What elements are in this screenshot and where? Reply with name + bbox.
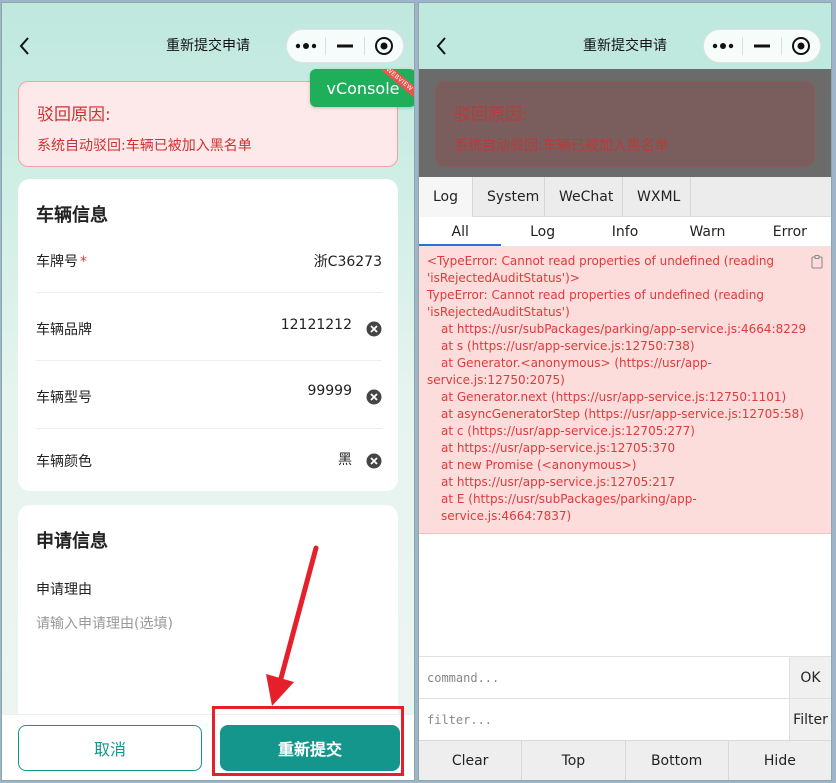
command-bar: OK: [419, 656, 831, 698]
log-line: at Generator.<anonymous> (https://usr/ap…: [427, 356, 712, 387]
close-miniprogram-button[interactable]: [365, 30, 403, 62]
vconsole-log-filters: All Log Info Warn Error: [419, 217, 831, 247]
more-button[interactable]: [287, 30, 325, 62]
log-line: at asyncGeneratorStep (https://usr/app-s…: [441, 407, 804, 421]
navigation-bar: 重新提交申请: [2, 3, 414, 71]
subtab-all[interactable]: All: [419, 217, 502, 246]
vehicle-info-title: 车辆信息: [36, 205, 108, 226]
filter-button[interactable]: Filter: [789, 699, 831, 740]
clear-icon[interactable]: [366, 321, 382, 337]
reject-reason-title: 驳回原因:: [454, 105, 528, 125]
resubmit-button[interactable]: 重新提交: [220, 725, 400, 771]
vehicle-color-label: 车辆颜色: [36, 454, 92, 470]
tab-wxml[interactable]: WXML: [623, 177, 692, 217]
reject-reason-box: 驳回原因: 系统自动驳回:车辆已被加入黑名单: [435, 81, 815, 167]
subtab-warn[interactable]: Warn: [666, 217, 748, 246]
clear-icon[interactable]: [366, 453, 382, 469]
mini-program-capsule: [703, 29, 821, 63]
bottom-button[interactable]: Bottom: [626, 741, 729, 780]
tab-log[interactable]: Log: [419, 177, 474, 217]
vehicle-model-row: 车辆型号 99999: [36, 361, 382, 429]
target-circle-icon: [792, 37, 810, 55]
vehicle-brand-input[interactable]: 12121212: [281, 317, 352, 333]
minimize-button[interactable]: [326, 30, 364, 62]
filter-bar: Filter: [419, 698, 831, 740]
error-log-entry: <TypeError: Cannot read properties of un…: [419, 247, 831, 534]
apply-info-card: 申请信息 申请理由: [18, 505, 398, 735]
subtab-log[interactable]: Log: [501, 217, 583, 246]
required-asterisk: *: [80, 254, 87, 270]
more-button[interactable]: [704, 30, 742, 62]
vehicle-color-input[interactable]: 黑: [338, 449, 352, 469]
log-line: at c (https://usr/app-service.js:12705:2…: [441, 424, 695, 438]
more-dots-icon: [712, 43, 734, 49]
clear-icon[interactable]: [366, 389, 382, 405]
dimmed-page-overlay: 驳回原因: 系统自动驳回:车辆已被加入黑名单: [419, 69, 831, 177]
vehicle-brand-row: 车辆品牌 12121212: [36, 293, 382, 361]
log-line: at E (https://usr/subPackages/parking/ap…: [441, 492, 697, 523]
apply-reason-label: 申请理由: [36, 582, 92, 598]
log-line: TypeError: Cannot read properties of und…: [427, 288, 764, 319]
subtab-info[interactable]: Info: [584, 217, 666, 246]
log-line: at https://usr/subPackages/parking/app-s…: [441, 322, 807, 336]
apply-reason-input[interactable]: [36, 613, 376, 713]
log-line: <TypeError: Cannot read properties of un…: [427, 254, 775, 285]
tab-system[interactable]: System: [473, 177, 546, 217]
clear-button[interactable]: Clear: [419, 741, 523, 780]
vehicle-info-card: 车辆信息 车牌号 * 浙C36273 车辆品牌 12121212 车辆型号 999…: [18, 179, 398, 491]
vconsole-panel: Log System WeChat WXML All Log Info Warn…: [419, 177, 831, 780]
vehicle-model-label: 车辆型号: [36, 390, 92, 406]
copy-icon[interactable]: [811, 255, 823, 269]
apply-info-title: 申请信息: [36, 531, 108, 552]
vconsole-footer: Clear Top Bottom Hide: [419, 740, 831, 780]
log-line: at s (https://usr/app-service.js:12750:7…: [441, 339, 695, 353]
vconsole-button[interactable]: vConsole WEBVIEW: [310, 69, 414, 107]
vconsole-tabs: Log System WeChat WXML: [419, 177, 831, 217]
vehicle-brand-label: 车辆品牌: [36, 322, 92, 338]
minimize-icon: [337, 44, 353, 48]
hide-button[interactable]: Hide: [729, 741, 831, 780]
filter-input[interactable]: [419, 699, 789, 740]
bottom-action-bar: 取消 重新提交: [2, 714, 414, 780]
vehicle-color-row: 车辆颜色 黑: [36, 429, 382, 491]
minimize-button[interactable]: [743, 30, 781, 62]
cancel-button[interactable]: 取消: [18, 725, 202, 771]
navigation-bar: 重新提交申请: [419, 3, 831, 71]
top-button[interactable]: Top: [522, 741, 626, 780]
subtab-error[interactable]: Error: [749, 217, 831, 246]
log-line: at Generator.next (https://usr/app-servi…: [441, 390, 787, 404]
close-miniprogram-button[interactable]: [782, 30, 820, 62]
plate-number-value: 浙C36273: [313, 254, 382, 270]
ok-button[interactable]: OK: [789, 657, 831, 698]
log-line: at https://usr/app-service.js:12705:217: [441, 475, 676, 489]
plate-number-label: 车牌号 *: [36, 254, 87, 270]
right-phone-screen: 重新提交申请 驳回原因: 系统自动驳回:车辆已被加入黑名单 Log System…: [418, 2, 832, 781]
more-dots-icon: [295, 43, 317, 49]
plate-number-row: 车牌号 * 浙C36273: [36, 227, 382, 293]
target-circle-icon: [375, 37, 393, 55]
vconsole-button-label: vConsole: [326, 78, 400, 98]
left-phone-screen: 重新提交申请 驳回原因: 系统自动驳回:车辆已被加入黑名单 vConsole W…: [1, 2, 415, 781]
minimize-icon: [754, 44, 770, 48]
tab-wechat[interactable]: WeChat: [545, 177, 624, 217]
log-line: at https://usr/app-service.js:12705:370: [441, 441, 676, 455]
reject-reason-message: 系统自动驳回:车辆已被加入黑名单: [37, 138, 252, 154]
reject-reason-message: 系统自动驳回:车辆已被加入黑名单: [454, 138, 669, 154]
command-input[interactable]: [419, 657, 789, 698]
log-line: at new Promise (<anonymous>): [441, 458, 637, 472]
mini-program-capsule: [286, 29, 404, 63]
vehicle-model-input[interactable]: 99999: [307, 383, 352, 399]
